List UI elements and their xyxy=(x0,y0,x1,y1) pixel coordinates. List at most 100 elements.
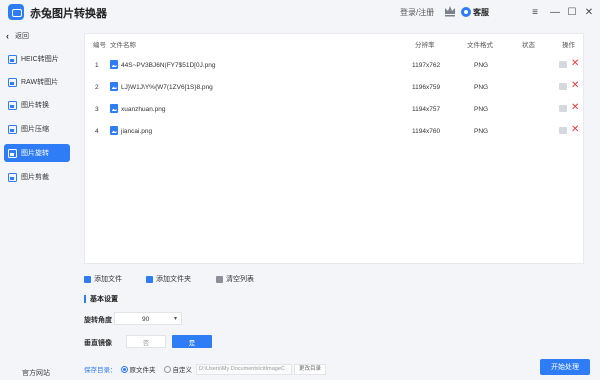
login-register-link[interactable]: 登录/注册 xyxy=(400,7,434,18)
row-filename: xuanzhuan.png xyxy=(121,106,166,113)
chevron-left-icon: ‹ xyxy=(6,31,9,41)
folder-icon xyxy=(146,275,153,283)
open-folder-icon[interactable] xyxy=(559,83,567,90)
rotation-angle-select[interactable]: 90 ▾ xyxy=(114,312,182,325)
menu-icon: ≡ xyxy=(532,6,538,18)
row-resolution: 1194x757 xyxy=(412,106,441,113)
sidebar-item-heic[interactable]: HEIC转图片 xyxy=(4,50,70,68)
minimize-button[interactable]: — xyxy=(547,4,563,20)
rotate-icon xyxy=(8,148,17,158)
close-button[interactable]: ✕ xyxy=(581,4,597,20)
row-index: 3 xyxy=(95,106,99,113)
row-format: PNG xyxy=(474,84,489,91)
row-format: PNG xyxy=(474,62,489,69)
header-action: 操作 xyxy=(562,42,575,49)
mirror-no-button[interactable]: 否 xyxy=(126,335,166,348)
delete-icon[interactable]: ✕ xyxy=(571,58,579,69)
customer-service-button[interactable]: 客服 xyxy=(461,4,489,20)
radio-original-label: 原文件夹 xyxy=(129,367,156,374)
image-file-icon xyxy=(110,126,118,135)
header-index: 编号 xyxy=(93,42,106,49)
sidebar-item-label: 图片剪裁 xyxy=(21,174,49,181)
image-file-icon xyxy=(110,82,118,91)
sidebar-item-crop[interactable]: 图片剪裁 xyxy=(4,168,70,186)
clear-list-label: 清空列表 xyxy=(226,276,254,283)
open-folder-icon[interactable] xyxy=(559,105,567,112)
add-folder-button[interactable]: 添加文件夹 xyxy=(146,274,191,284)
row-resolution: 1196x759 xyxy=(412,84,441,91)
app-logo-icon xyxy=(8,4,24,20)
official-website-link[interactable]: 官方网站 xyxy=(22,368,50,378)
start-processing-button[interactable]: 开始处理 xyxy=(540,359,590,375)
mirror-yes-button[interactable]: 是 xyxy=(172,335,212,348)
save-directory-row: 保存目录： 原文件夹 自定义 D:\Users\My Documents\cit… xyxy=(84,363,327,375)
vertical-mirror-label: 垂直镜像 xyxy=(84,340,112,347)
sidebar-item-compress[interactable]: 图片压缩 xyxy=(4,120,70,138)
image-icon xyxy=(8,100,17,110)
file-list-panel: 编号 文件名称 分辨率 文件格式 状态 操作 1 44S~PV3BJ6N(FY7… xyxy=(84,33,584,264)
image-icon xyxy=(8,54,17,64)
delete-icon[interactable]: ✕ xyxy=(571,80,579,91)
sidebar-item-rotate[interactable]: 图片旋转 xyxy=(4,144,70,162)
row-index: 1 xyxy=(95,62,99,69)
clear-list-button[interactable]: 清空列表 xyxy=(216,274,254,284)
row-index: 4 xyxy=(95,128,99,135)
sidebar-item-label: 图片转换 xyxy=(21,102,49,109)
add-folder-label: 添加文件夹 xyxy=(156,276,191,283)
customer-service-icon xyxy=(461,7,471,17)
app-title: 赤兔图片转换器 xyxy=(30,8,107,20)
image-file-icon xyxy=(110,60,118,69)
sidebar-item-convert[interactable]: 图片转换 xyxy=(4,96,70,114)
table-row[interactable]: 1 44S~PV3BJ6N(FY7$51D[0J.png 1197x762 PN… xyxy=(85,55,583,77)
customer-service-label: 客服 xyxy=(473,7,489,17)
open-folder-icon[interactable] xyxy=(559,61,567,68)
header-name: 文件名称 xyxy=(110,42,136,49)
header-status: 状态 xyxy=(522,42,535,49)
sidebar-item-raw[interactable]: RAW转图片 xyxy=(4,73,70,91)
maximize-button[interactable]: ☐ xyxy=(564,4,580,20)
trash-icon xyxy=(216,275,223,283)
section-title-text: 基本设置 xyxy=(90,296,118,303)
header-format: 文件格式 xyxy=(467,42,493,49)
row-index: 2 xyxy=(95,84,99,91)
add-file-icon xyxy=(84,275,91,283)
row-format: PNG xyxy=(474,106,489,113)
radio-original-folder[interactable] xyxy=(120,365,128,373)
radio-custom-label: 自定义 xyxy=(172,367,193,374)
save-path-field[interactable]: D:\Users\My Documents\citImageC xyxy=(196,363,292,375)
table-row[interactable]: 2 LJ}W1J\Y%{W7(1ZV6[1S}8.png 1196x759 PN… xyxy=(85,77,583,99)
open-folder-icon[interactable] xyxy=(559,127,567,134)
rotation-angle-label: 旋转角度 xyxy=(84,317,112,324)
menu-button[interactable]: ≡ xyxy=(527,4,543,20)
sidebar-item-label: RAW转图片 xyxy=(21,79,59,86)
radio-custom-folder[interactable] xyxy=(163,365,171,373)
image-icon xyxy=(8,77,17,87)
rotation-angle-value: 90 xyxy=(142,316,150,323)
dropdown-arrow-icon: ▾ xyxy=(173,316,177,322)
sidebar-item-label: 图片压缩 xyxy=(21,126,49,133)
title-bar: 赤兔图片转换器 登录/注册 客服 ≡ — ☐ ✕ xyxy=(0,0,600,24)
table-header: 编号 文件名称 分辨率 文件格式 状态 操作 xyxy=(85,34,583,50)
image-file-icon xyxy=(110,104,118,113)
row-filename: 44S~PV3BJ6N(FY7$51D[0J.png xyxy=(121,62,216,69)
back-button[interactable]: ‹ 返回 xyxy=(4,28,72,44)
save-directory-label: 保存目录： xyxy=(84,367,117,374)
add-file-label: 添加文件 xyxy=(94,276,122,283)
table-row[interactable]: 3 xuanzhuan.png 1194x757 PNG ✕ xyxy=(85,99,583,121)
delete-icon[interactable]: ✕ xyxy=(571,102,579,113)
sidebar-item-label: HEIC转图片 xyxy=(21,56,59,63)
row-filename: jiancai.png xyxy=(121,128,153,135)
delete-icon[interactable]: ✕ xyxy=(571,124,579,135)
crop-icon xyxy=(8,172,17,182)
add-file-button[interactable]: 添加文件 xyxy=(84,274,122,284)
change-directory-button[interactable]: 更改目录 xyxy=(294,363,327,375)
row-format: PNG xyxy=(474,128,489,135)
vip-crown-icon[interactable] xyxy=(443,4,457,18)
table-row[interactable]: 4 jiancai.png 1194x760 PNG ✕ xyxy=(85,121,583,143)
section-accent-bar xyxy=(84,295,86,303)
row-resolution: 1194x760 xyxy=(412,128,441,135)
image-icon xyxy=(8,124,17,134)
basic-settings-title: 基本设置 xyxy=(84,294,118,304)
row-filename: LJ}W1J\Y%{W7(1ZV6[1S}8.png xyxy=(121,84,213,91)
back-label: 返回 xyxy=(15,33,29,40)
